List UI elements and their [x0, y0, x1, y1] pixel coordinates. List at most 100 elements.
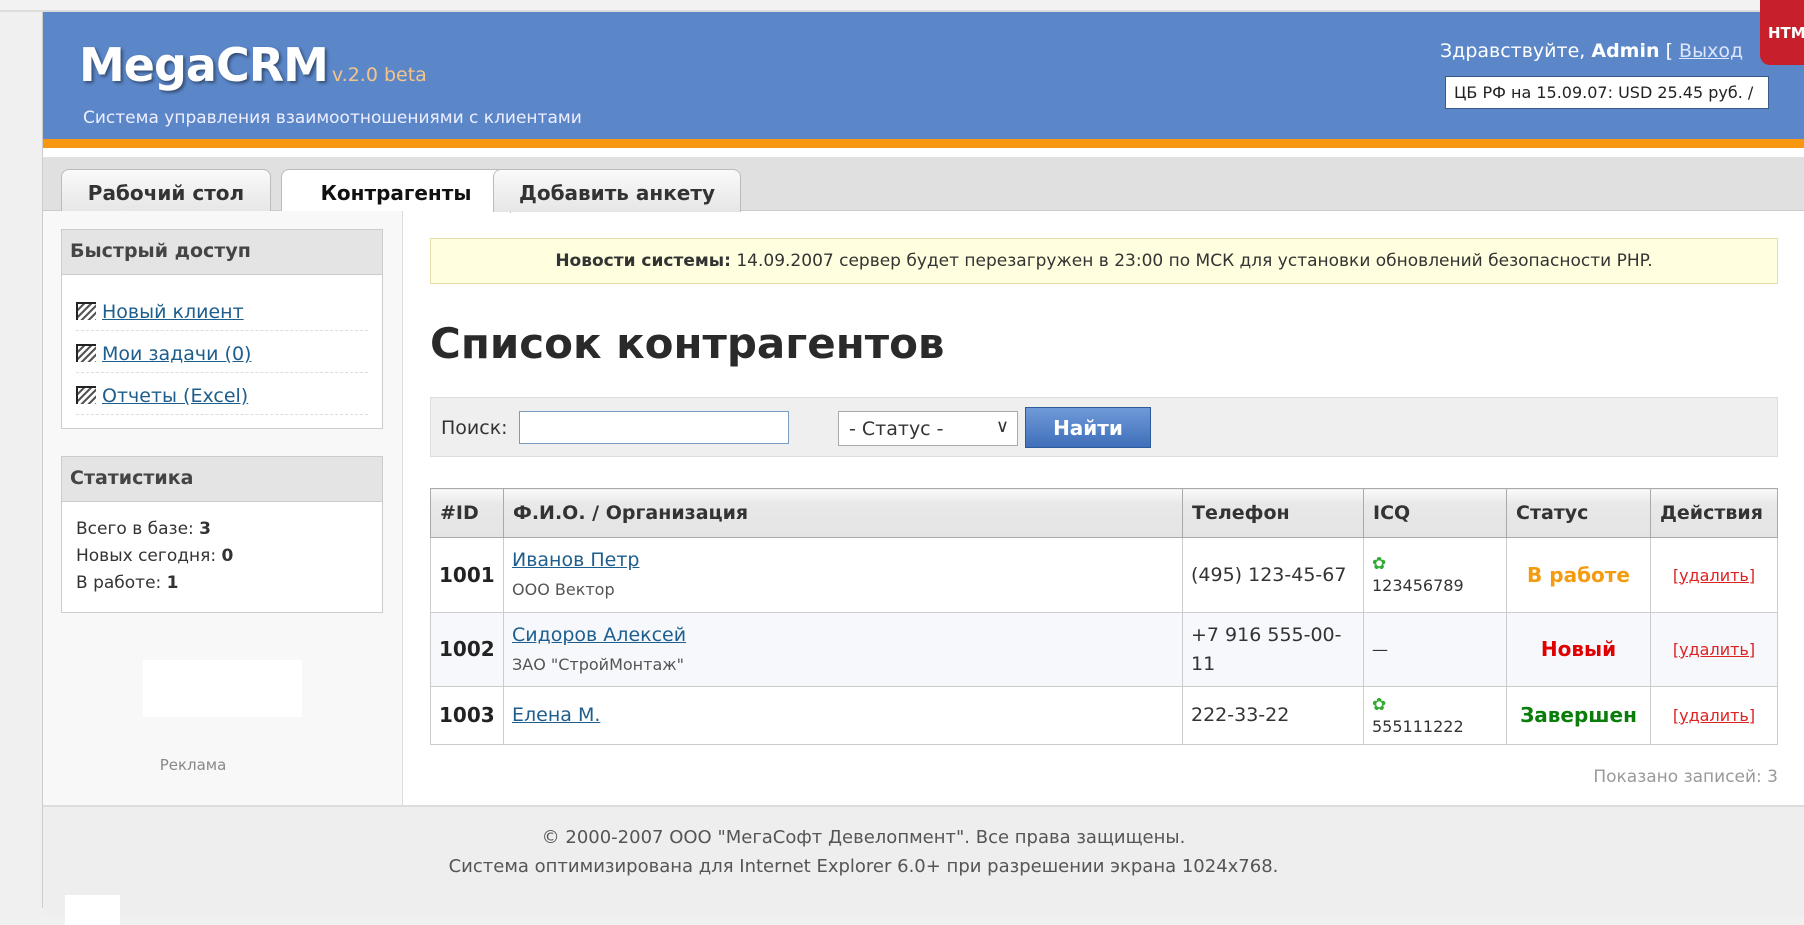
tab-desktop[interactable]: Рабочий стол [61, 169, 271, 212]
logo[interactable]: MegaCRM v.2.0 beta [79, 38, 427, 92]
row-id: 1001 [430, 537, 504, 613]
username: Admin [1591, 40, 1660, 62]
greeting-text: Здравствуйте, [1440, 40, 1586, 62]
system-news: Новости системы: 14.09.2007 сервер будет… [430, 238, 1778, 284]
news-label: Новости системы: [555, 251, 731, 271]
org-name: ООО Вектор [512, 580, 615, 599]
records-count: Показано записей: 3 [1593, 767, 1778, 787]
icq-number: 555111222 [1372, 716, 1464, 736]
quick-access-box: Быстрый доступ Новый клиент Мои задачи (… [61, 229, 383, 429]
tab-bar: Рабочий стол Контрагенты Добавить анкету [43, 157, 1804, 213]
status-badge: В работе [1506, 537, 1651, 613]
col-actions: Действия [1650, 488, 1778, 538]
client-link[interactable]: Елена М. [512, 704, 600, 726]
row-actions: [удалить] [1650, 612, 1778, 687]
row-icq: ✿ 555111222 [1363, 686, 1507, 745]
search-label: Поиск: [441, 417, 508, 439]
table-row: 1003 Елена М. 222-33-22 ✿ 555111222 Завер… [430, 686, 1778, 745]
browser-note: Система оптимизирована для Internet Expl… [448, 856, 1279, 877]
stat-total: Всего в базе: 3 [76, 516, 368, 543]
ad-label: Реклама [159, 756, 227, 774]
icq-flower-icon: ✿ [1372, 554, 1387, 574]
page: MegaCRM v.2.0 beta Система управления вза… [42, 12, 1804, 925]
status-badge: Новый [1506, 612, 1651, 687]
row-phone: 222-33-22 [1182, 686, 1364, 745]
col-icq[interactable]: ICQ [1363, 488, 1507, 538]
status-select-value: - Статус - [849, 418, 944, 440]
page-title: Список контрагентов [430, 319, 945, 368]
icq-number: 123456789 [1372, 576, 1464, 595]
delete-link[interactable]: [удалить] [1673, 640, 1755, 659]
row-phone: +7 916 555-00-11 [1182, 612, 1364, 687]
row-name-cell: Сидоров Алексей ЗАО "СтройМонтаж" [503, 612, 1183, 687]
status-badge: Завершен [1506, 686, 1651, 745]
quick-access-title: Быстрый доступ [62, 230, 382, 275]
form-icon [76, 344, 96, 362]
form-icon [76, 302, 96, 320]
col-id[interactable]: #ID [430, 488, 504, 538]
row-id: 1002 [430, 612, 504, 687]
subtitle: Система управления взаимоотношениями с к… [83, 108, 582, 128]
chevron-down-icon: ∨ [995, 416, 1009, 437]
tab-counterparties[interactable]: Контрагенты [281, 169, 511, 213]
client-link[interactable]: Сидоров Алексей [512, 624, 686, 646]
row-actions: [удалить] [1650, 537, 1778, 613]
stat-label: Новых сегодня: [76, 546, 217, 566]
row-name-cell: Иванов Петр ООО Вектор [503, 537, 1183, 613]
browser-top-strip [0, 0, 1804, 12]
row-phone: (495) 123-45-67 [1182, 537, 1364, 613]
search-input[interactable] [519, 411, 789, 444]
bracket: [ [1665, 40, 1673, 62]
footer: © 2000-2007 ООО "МегаСофт Девелопмент". … [43, 805, 1804, 925]
col-status[interactable]: Статус [1506, 488, 1651, 538]
header: MegaCRM v.2.0 beta Система управления вза… [43, 12, 1804, 148]
table-header: #ID Ф.И.О. / Организация Телефон ICQ Ста… [430, 488, 1778, 538]
statistics-box: Статистика Всего в базе: 3 Новых сегодня… [61, 456, 383, 613]
quick-link-label[interactable]: Новый клиент [102, 301, 244, 323]
copyright: © 2000-2007 ООО "МегаСофт Девелопмент". … [541, 827, 1186, 848]
row-actions: [удалить] [1650, 686, 1778, 745]
table-row: 1002 Сидоров Алексей ЗАО "СтройМонтаж" +7… [430, 612, 1778, 687]
stat-label: В работе: [76, 573, 162, 593]
search-bar: Поиск: - Статус - ∨ Найти [430, 397, 1778, 457]
quick-link-label[interactable]: Отчеты (Excel) [102, 385, 248, 407]
org-name: ЗАО "СтройМонтаж" [512, 654, 685, 674]
row-icq: ✿ 123456789 [1363, 537, 1507, 613]
table-row: 1001 Иванов Петр ООО Вектор (495) 123-45-… [430, 537, 1778, 613]
delete-link[interactable]: [удалить] [1673, 566, 1755, 585]
stat-value: 1 [166, 573, 179, 593]
counter-badge [65, 895, 120, 925]
stat-in-progress: В работе: 1 [76, 570, 368, 597]
search-button[interactable]: Найти [1025, 407, 1151, 448]
quick-link-reports[interactable]: Отчеты (Excel) [76, 373, 368, 415]
quick-link-my-tasks[interactable]: Мои задачи (0) [76, 331, 368, 373]
news-text: 14.09.2007 сервер будет перезагружен в 2… [736, 251, 1653, 271]
ad-banner[interactable] [143, 660, 302, 717]
row-icq: — [1363, 612, 1507, 687]
status-select[interactable]: - Статус - ∨ [838, 411, 1018, 446]
logo-text: MegaCRM [79, 38, 329, 92]
stat-new-today: Новых сегодня: 0 [76, 543, 368, 570]
statistics-title: Статистика [62, 457, 382, 502]
col-phone[interactable]: Телефон [1182, 488, 1364, 538]
counterparties-table: #ID Ф.И.О. / Организация Телефон ICQ Ста… [430, 488, 1778, 745]
logout-link[interactable]: Выход [1679, 40, 1743, 62]
currency-rate-ticker: ЦБ РФ на 15.09.07: USD 25.45 руб. / [1445, 76, 1769, 109]
form-icon [76, 386, 96, 404]
quick-link-label[interactable]: Мои задачи (0) [102, 343, 251, 365]
icq-flower-icon: ✿ [1372, 694, 1387, 715]
delete-link[interactable]: [удалить] [1673, 706, 1755, 725]
row-name-cell: Елена М. [503, 686, 1183, 745]
version: v.2.0 beta [331, 64, 427, 86]
html-badge: HTML [1760, 0, 1804, 65]
row-id: 1003 [430, 686, 504, 745]
tab-add-form[interactable]: Добавить анкету [493, 169, 741, 212]
quick-link-new-client[interactable]: Новый клиент [76, 289, 368, 331]
stat-label: Всего в базе: [76, 519, 194, 539]
greeting: Здравствуйте, Admin [ Выход [1440, 40, 1743, 62]
client-link[interactable]: Иванов Петр [512, 549, 639, 571]
stat-value: 3 [199, 519, 212, 539]
stat-value: 0 [221, 546, 234, 566]
sidebar: Быстрый доступ Новый клиент Мои задачи (… [43, 211, 403, 805]
col-name[interactable]: Ф.И.О. / Организация [503, 488, 1183, 538]
